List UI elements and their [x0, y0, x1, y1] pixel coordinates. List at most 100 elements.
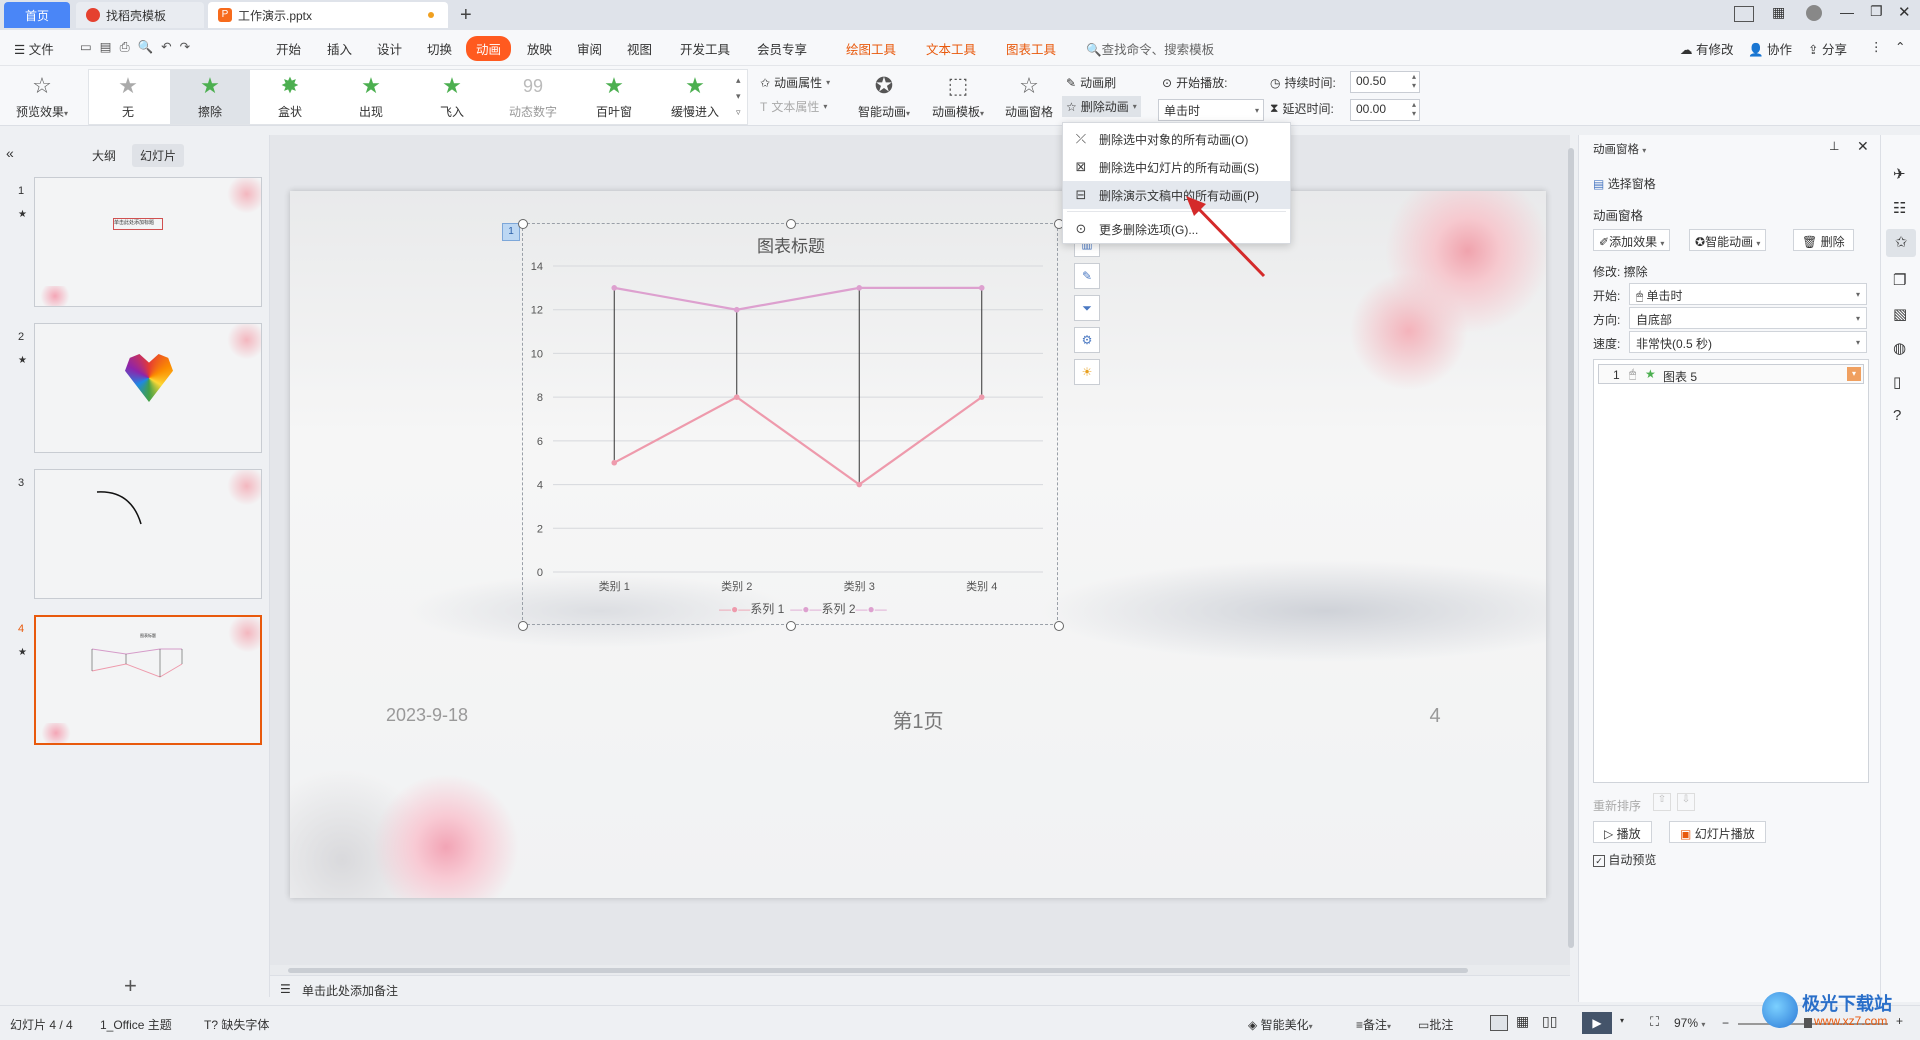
delay-input[interactable]: 00.00 ▴ ▾: [1350, 99, 1420, 121]
notes-button[interactable]: ≡备注▾: [1356, 1016, 1391, 1033]
zoom-out-icon[interactable]: −: [1722, 1016, 1729, 1030]
autopreview-checkbox[interactable]: ✓ 自动预览: [1593, 851, 1656, 868]
menu-transition[interactable]: 切换: [427, 39, 452, 58]
resize-handle[interactable]: [786, 621, 796, 631]
menu-animation[interactable]: 动画: [466, 36, 512, 61]
preview-effect-button[interactable]: ☆ 预览效果▾: [4, 70, 80, 124]
chart-title[interactable]: 图表标题: [523, 232, 1059, 257]
direction-select[interactable]: 自底部 ▾: [1629, 307, 1867, 329]
start-select[interactable]: 🖱 单击时 ▾: [1629, 283, 1867, 305]
more-menu-icon[interactable]: ⋮: [1870, 39, 1883, 54]
slide-play-button[interactable]: ▣ 幻灯片播放: [1669, 821, 1766, 843]
tab-docer-templates[interactable]: 找稻壳模板: [76, 2, 204, 28]
menu-insert[interactable]: 插入: [327, 39, 352, 58]
menu-design[interactable]: 设计: [377, 39, 402, 58]
smart-anim-button[interactable]: ✪ 智能动画▾: [848, 70, 920, 124]
item-dropdown-icon[interactable]: ▾: [1847, 367, 1861, 381]
effect-appear[interactable]: ★ 出现: [331, 70, 411, 124]
resize-handle[interactable]: [1054, 621, 1064, 631]
notes-bar[interactable]: ☰ 单击此处添加备注: [270, 975, 1570, 1001]
animation-list-item[interactable]: 1 🖱 ★ 图表 5 ▾: [1598, 364, 1864, 384]
select-pane-button[interactable]: ▤ 选择窗格: [1593, 175, 1656, 192]
lightbulb-icon[interactable]: ☀: [1074, 359, 1100, 385]
close-icon[interactable]: ✕: [1898, 3, 1911, 21]
effect-dynamic-number[interactable]: 99 动态数字: [493, 70, 573, 124]
delete-anim-pane-button[interactable]: 🗑 删除: [1793, 229, 1854, 251]
slide-thumb-3[interactable]: [34, 469, 262, 599]
slide-thumb-1[interactable]: 单击此处添加标题: [34, 177, 262, 307]
slide-thumb-4[interactable]: 图表标题: [34, 615, 262, 745]
start-trigger-select[interactable]: 单击时 ▾: [1158, 99, 1264, 121]
image-icon[interactable]: ▧: [1893, 305, 1907, 323]
move-up-icon[interactable]: ⇧: [1653, 793, 1671, 811]
pane-title[interactable]: 动画窗格 ▾: [1593, 141, 1646, 157]
avatar[interactable]: [1806, 5, 1822, 21]
slide-thumb-2[interactable]: [34, 323, 262, 453]
menu-review[interactable]: 审阅: [577, 39, 602, 58]
collapse-panel-icon[interactable]: «: [6, 145, 14, 161]
menu-drawing-tools[interactable]: 绘图工具: [846, 39, 896, 58]
play-button[interactable]: ▷ 播放: [1593, 821, 1652, 843]
effect-wipe[interactable]: ★ 擦除: [170, 70, 250, 124]
sorter-view-icon[interactable]: ▦: [1516, 1013, 1529, 1030]
tab-home[interactable]: 首页: [4, 2, 70, 28]
effect-blinds[interactable]: ★ 百叶窗: [574, 70, 654, 124]
command-search[interactable]: 🔍查找命令、搜索模板: [1086, 39, 1214, 58]
menu-view[interactable]: 视图: [627, 39, 652, 58]
effect-none[interactable]: ★ 无: [88, 70, 168, 124]
minimize-icon[interactable]: —: [1840, 4, 1854, 20]
menu-home[interactable]: 开始: [276, 39, 301, 58]
copy-icon[interactable]: ❐: [1893, 271, 1906, 289]
location-icon[interactable]: ◍: [1893, 339, 1906, 357]
resize-handle[interactable]: [518, 621, 528, 631]
add-slide-button[interactable]: +: [124, 973, 137, 999]
vertical-scrollbar[interactable]: [1566, 140, 1576, 960]
sliders-icon[interactable]: ☷: [1893, 199, 1906, 217]
effect-fly-in[interactable]: ★ 飞入: [412, 70, 492, 124]
zoom-level[interactable]: 97% ▾: [1674, 1016, 1705, 1030]
layout-icon[interactable]: [1734, 6, 1754, 22]
file-menu[interactable]: ☰ 文件: [14, 39, 54, 58]
smart-anim-pane-button[interactable]: ✪智能动画 ▾: [1689, 229, 1767, 251]
menu-slideshow[interactable]: 放映: [527, 39, 552, 58]
quick-access-toolbar[interactable]: ▭▤⎙🔍↶↷: [80, 39, 198, 55]
horizontal-scrollbar[interactable]: [270, 965, 1570, 975]
gallery-scroll[interactable]: ▴ ▾ ▿: [736, 72, 741, 120]
menu-chart-tools[interactable]: 图表工具: [1006, 39, 1056, 58]
collaborate-button[interactable]: 👤 协作: [1748, 39, 1792, 58]
restore-icon[interactable]: ❐: [1870, 3, 1883, 20]
chart-style-brush-icon[interactable]: ✎: [1074, 263, 1100, 289]
anim-props-button[interactable]: ✩ 动画属性 ▾: [760, 74, 830, 91]
chart-settings-gear-icon[interactable]: ⚙: [1074, 327, 1100, 353]
anim-pane-button[interactable]: ☆ 动画窗格: [996, 70, 1062, 124]
text-props-button[interactable]: T 文本属性 ▾: [760, 98, 827, 115]
anim-template-button[interactable]: ⬚ 动画模板▾: [922, 70, 994, 124]
effect-crawl-in[interactable]: ★ 缓慢进入: [655, 70, 735, 124]
chart-filter-icon[interactable]: ⏷: [1074, 295, 1100, 321]
delete-object-anims-item[interactable]: ⤫ 删除选中对象的所有动画(O): [1063, 125, 1290, 153]
tab-pptx-file[interactable]: P 工作演示.pptx: [208, 2, 448, 28]
help-icon[interactable]: ?: [1893, 407, 1901, 424]
normal-view-icon[interactable]: [1490, 1015, 1508, 1031]
close-pane-icon[interactable]: ✕: [1857, 138, 1869, 155]
resize-handle[interactable]: [786, 219, 796, 229]
menu-text-tools[interactable]: 文本工具: [926, 39, 976, 58]
chart-selection-frame[interactable]: 0 2 4 6 8 10 12 14 类别 1 类别 2 类别 3 类别 4 图表标题 —●—系列 …: [518, 219, 1064, 631]
pin-icon[interactable]: ⊥: [1829, 139, 1839, 153]
anim-brush-button[interactable]: ✎ 动画刷: [1066, 74, 1116, 91]
share-button[interactable]: ⇪ 分享: [1808, 39, 1847, 58]
move-down-icon[interactable]: ⇩: [1677, 793, 1695, 811]
delete-slide-anims-item[interactable]: ⊠ 删除选中幻灯片的所有动画(S): [1063, 153, 1290, 181]
apps-grid-icon[interactable]: ▦: [1772, 4, 1785, 21]
resize-handle[interactable]: [518, 219, 528, 229]
fit-window-icon[interactable]: ⛶: [1650, 1014, 1659, 1030]
current-slide[interactable]: 2023-9-18 第1页 4 1 0 2 4 6 8 10 12 14 类别 1 类别 2 类别…: [290, 191, 1550, 898]
book-icon[interactable]: ▯: [1893, 373, 1901, 391]
rocket-icon[interactable]: ✈: [1893, 165, 1906, 183]
has-changes-button[interactable]: ☁ 有修改: [1680, 39, 1734, 58]
slideshow-play-button[interactable]: ▶: [1582, 1012, 1612, 1034]
tab-slides[interactable]: 幻灯片: [132, 144, 185, 167]
collapse-ribbon-icon[interactable]: ⌃: [1895, 39, 1905, 54]
speed-select[interactable]: 非常快(0.5 秒) ▾: [1629, 331, 1867, 353]
tab-outline[interactable]: 大纲: [92, 147, 116, 164]
